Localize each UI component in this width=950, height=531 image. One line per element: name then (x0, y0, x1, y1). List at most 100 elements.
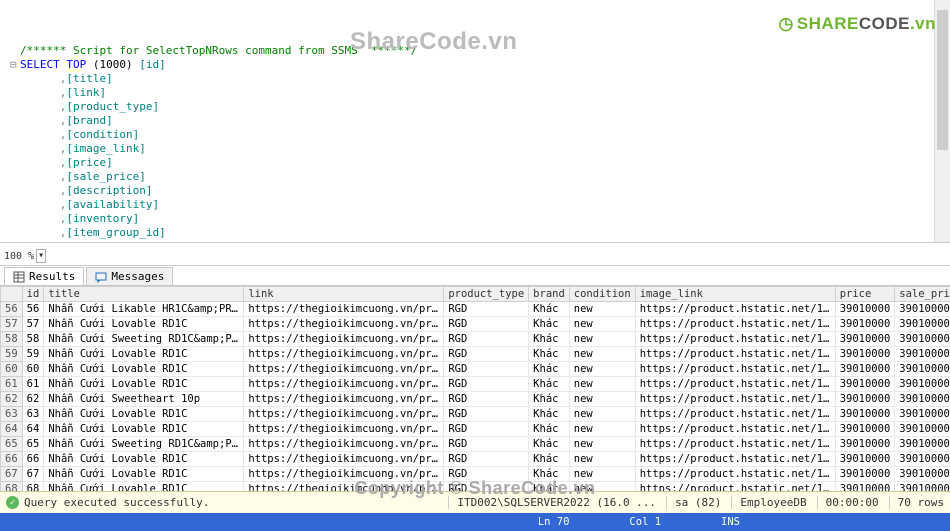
zoom-selector[interactable]: 100 %▾ (0, 248, 950, 266)
cell-sale_price[interactable]: 39010000 (895, 467, 950, 482)
cell-id[interactable]: 62 (22, 392, 44, 407)
results-grid[interactable]: idtitlelinkproduct_typebrandconditionima… (0, 286, 950, 492)
cell-sale_price[interactable]: 39010000 (895, 332, 950, 347)
cell-id[interactable]: 67 (22, 467, 44, 482)
cell-sale_price[interactable]: 39010000 (895, 407, 950, 422)
cell-id[interactable]: 60 (22, 362, 44, 377)
cell-image_link[interactable]: https://product.hstatic.net/1000381168/p… (635, 302, 835, 317)
cell-brand[interactable]: Khác (529, 302, 570, 317)
cell-condition[interactable]: new (569, 332, 635, 347)
cell-sale_price[interactable]: 39010000 (895, 452, 950, 467)
cell-price[interactable]: 39010000 (835, 467, 895, 482)
table-row[interactable]: 6363Nhẫn Cưới Lovable RD1Chttps://thegio… (1, 407, 950, 422)
cell-condition[interactable]: new (569, 452, 635, 467)
cell-image_link[interactable]: https://product.hstatic.net/1000381168/p… (635, 332, 835, 347)
cell-condition[interactable]: new (569, 392, 635, 407)
cell-condition[interactable]: new (569, 467, 635, 482)
row-number[interactable]: 67 (1, 467, 23, 482)
cell-brand[interactable]: Khác (529, 377, 570, 392)
cell-link[interactable]: https://thegioikimcuong.vn/products/rgdl… (244, 392, 444, 407)
cell-price[interactable]: 39010000 (835, 362, 895, 377)
cell-title[interactable]: Nhẫn Cưới Lovable RD1C (44, 347, 244, 362)
cell-image_link[interactable]: https://product.hstatic.net/1000381168/p… (635, 452, 835, 467)
table-row[interactable]: 6767Nhẫn Cưới Lovable RD1Chttps://thegio… (1, 467, 950, 482)
cell-price[interactable]: 39010000 (835, 302, 895, 317)
row-number[interactable]: 64 (1, 422, 23, 437)
cell-image_link[interactable]: https://product.hstatic.net/1000381168/p… (635, 467, 835, 482)
cell-title[interactable]: Nhẫn Cưới Lovable RD1C (44, 362, 244, 377)
table-row[interactable]: 5858Nhẫn Cưới Sweeting RD1C&amp;PR1Chttp… (1, 332, 950, 347)
col-header-image_link[interactable]: image_link (635, 287, 835, 302)
cell-brand[interactable]: Khác (529, 317, 570, 332)
cell-price[interactable]: 39010000 (835, 452, 895, 467)
col-header-link[interactable]: link (244, 287, 444, 302)
cell-condition[interactable]: new (569, 437, 635, 452)
cell-id[interactable]: 59 (22, 347, 44, 362)
cell-product_type[interactable]: RGD (444, 302, 529, 317)
cell-price[interactable]: 39010000 (835, 377, 895, 392)
cell-id[interactable]: 57 (22, 317, 44, 332)
cell-product_type[interactable]: RGD (444, 362, 529, 377)
table-row[interactable]: 6464Nhẫn Cưới Lovable RD1Chttps://thegio… (1, 422, 950, 437)
cell-price[interactable]: 39010000 (835, 407, 895, 422)
cell-sale_price[interactable]: 39010000 (895, 437, 950, 452)
cell-sale_price[interactable]: 39010000 (895, 362, 950, 377)
table-row[interactable]: 6666Nhẫn Cưới Lovable RD1Chttps://thegio… (1, 452, 950, 467)
cell-link[interactable]: https://thegioikimcuong.vn/products/rgds… (244, 332, 444, 347)
cell-sale_price[interactable]: 39010000 (895, 422, 950, 437)
cell-id[interactable]: 61 (22, 377, 44, 392)
cell-sale_price[interactable]: 39010000 (895, 347, 950, 362)
col-header-product_type[interactable]: product_type (444, 287, 529, 302)
cell-condition[interactable]: new (569, 362, 635, 377)
cell-title[interactable]: Nhẫn Cưới Lovable RD1C (44, 407, 244, 422)
cell-link[interactable]: https://thegioikimcuong.vn/products/rgdl… (244, 467, 444, 482)
cell-id[interactable]: 65 (22, 437, 44, 452)
cell-link[interactable]: https://thegioikimcuong.vn/products/rgdl… (244, 422, 444, 437)
editor-scrollbar[interactable] (934, 0, 950, 242)
cell-brand[interactable]: Khác (529, 467, 570, 482)
cell-image_link[interactable]: https://product.hstatic.net/1000381168/p… (635, 407, 835, 422)
tab-results[interactable]: Results (4, 267, 84, 285)
row-number[interactable]: 60 (1, 362, 23, 377)
row-number[interactable]: 62 (1, 392, 23, 407)
row-number[interactable]: 61 (1, 377, 23, 392)
table-row[interactable]: 6161Nhẫn Cưới Lovable RD1Chttps://thegio… (1, 377, 950, 392)
cell-link[interactable]: https://thegioikimcuong.vn/products/rgdl… (244, 347, 444, 362)
cell-image_link[interactable]: https://product.hstatic.net/1000381168/p… (635, 422, 835, 437)
cell-link[interactable]: https://thegioikimcuong.vn/products/rgds… (244, 437, 444, 452)
table-row[interactable]: 6060Nhẫn Cưới Lovable RD1Chttps://thegio… (1, 362, 950, 377)
cell-condition[interactable]: new (569, 347, 635, 362)
cell-sale_price[interactable]: 39010000 (895, 317, 950, 332)
cell-brand[interactable]: Khác (529, 332, 570, 347)
cell-id[interactable]: 66 (22, 452, 44, 467)
cell-sale_price[interactable]: 39010000 (895, 392, 950, 407)
cell-link[interactable]: https://thegioikimcuong.vn/products/rgdl… (244, 302, 444, 317)
cell-product_type[interactable]: RGD (444, 392, 529, 407)
cell-image_link[interactable]: https://product.hstatic.net/1000381168/p… (635, 392, 835, 407)
cell-price[interactable]: 39010000 (835, 392, 895, 407)
cell-id[interactable]: 64 (22, 422, 44, 437)
cell-condition[interactable]: new (569, 317, 635, 332)
cell-image_link[interactable]: https://product.hstatic.net/1000381168/p… (635, 437, 835, 452)
cell-image_link[interactable]: https://product.hstatic.net/1000381168/p… (635, 317, 835, 332)
cell-title[interactable]: Nhẫn Cưới Lovable RD1C (44, 452, 244, 467)
tab-messages[interactable]: Messages (86, 267, 173, 285)
row-number[interactable]: 63 (1, 407, 23, 422)
cell-image_link[interactable]: https://product.hstatic.net/1000381168/p… (635, 362, 835, 377)
row-number[interactable]: 56 (1, 302, 23, 317)
cell-link[interactable]: https://thegioikimcuong.vn/products/rgdl… (244, 317, 444, 332)
cell-price[interactable]: 39010000 (835, 317, 895, 332)
row-number[interactable]: 57 (1, 317, 23, 332)
cell-sale_price[interactable]: 39010000 (895, 377, 950, 392)
cell-brand[interactable]: Khác (529, 452, 570, 467)
cell-product_type[interactable]: RGD (444, 407, 529, 422)
cell-id[interactable]: 58 (22, 332, 44, 347)
cell-link[interactable]: https://thegioikimcuong.vn/products/rgdl… (244, 362, 444, 377)
cell-product_type[interactable]: RGD (444, 452, 529, 467)
cell-image_link[interactable]: https://product.hstatic.net/1000381168/p… (635, 347, 835, 362)
table-row[interactable]: 5656Nhẫn Cưới Likable HR1C&amp;PR1Chttps… (1, 302, 950, 317)
cell-title[interactable]: Nhẫn Cưới Lovable RD1C (44, 317, 244, 332)
cell-product_type[interactable]: RGD (444, 422, 529, 437)
cell-product_type[interactable]: RGD (444, 332, 529, 347)
col-header-title[interactable]: title (44, 287, 244, 302)
